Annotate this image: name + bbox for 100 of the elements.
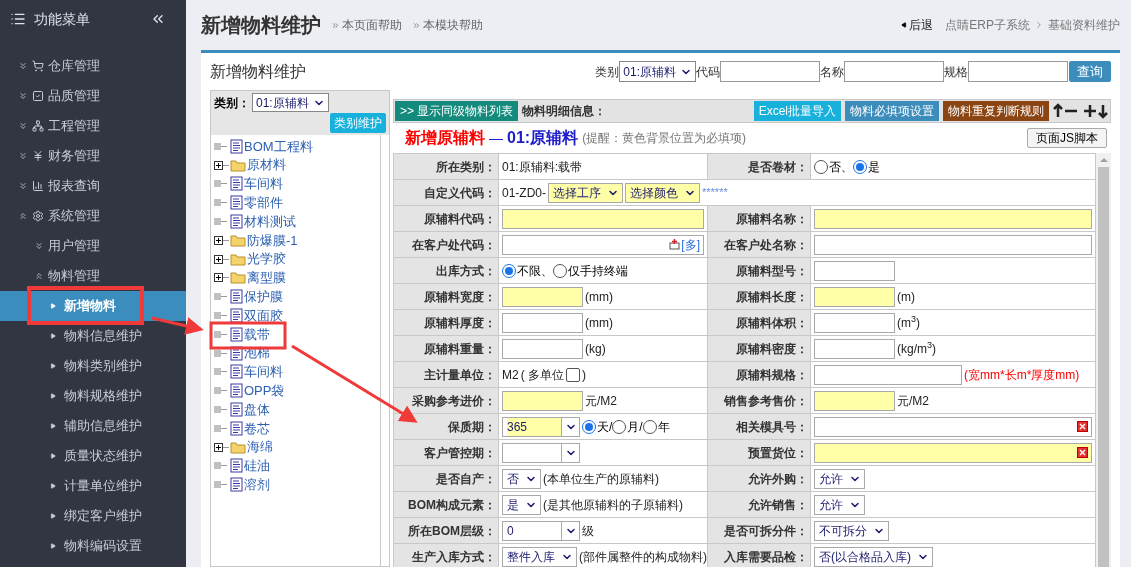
select-field[interactable]: 整件入库: [502, 546, 577, 567]
add-down-icon[interactable]: [1083, 103, 1109, 119]
category-select[interactable]: 01:原辅料: [619, 61, 696, 82]
input-field[interactable]: [814, 286, 895, 307]
input-field[interactable]: [814, 208, 1092, 229]
add-icon[interactable]: [669, 239, 681, 250]
menu-item[interactable]: 质量状态维护: [0, 441, 186, 471]
menu-item[interactable]: 物料规格维护: [0, 381, 186, 411]
tree-label[interactable]: 车间料: [244, 174, 283, 194]
tree-label[interactable]: 保护膜: [244, 287, 283, 307]
tree-label[interactable]: 溶剂: [244, 475, 270, 495]
select-field[interactable]: 否(以合格品入库): [814, 546, 933, 567]
select-field[interactable]: 允许: [814, 494, 865, 515]
radio-option[interactable]: 否、: [814, 157, 853, 176]
help-link[interactable]: 本模块帮助: [423, 16, 483, 34]
tree-label[interactable]: 光学胶: [247, 249, 286, 269]
input-field[interactable]: [502, 208, 704, 229]
checkbox[interactable]: [566, 367, 580, 382]
input-field[interactable]: [502, 338, 583, 359]
combo-field[interactable]: 365: [502, 416, 580, 437]
move-up-icon[interactable]: [1053, 103, 1079, 119]
show-list-button[interactable]: >> 显示同级物料列表: [395, 101, 519, 121]
search-field[interactable]: [968, 61, 1068, 82]
help-link[interactable]: 本页面帮助: [342, 16, 402, 34]
menu-item[interactable]: 物料信息维护: [0, 321, 186, 351]
radio-option[interactable]: 仅手持终端: [553, 261, 628, 280]
combo-field[interactable]: [502, 442, 580, 463]
scrollbar[interactable]: [1096, 153, 1111, 567]
select-field[interactable]: 不可拆分: [814, 520, 889, 541]
tree-label[interactable]: 原材料: [247, 155, 286, 175]
input-field[interactable]: [814, 416, 1092, 437]
tree-label[interactable]: 材料测试: [244, 211, 296, 232]
menu-item[interactable]: 用户管理: [0, 231, 186, 261]
input-field[interactable]: [814, 390, 895, 411]
tree-label[interactable]: 海绵: [247, 437, 273, 457]
select-field[interactable]: 选择颜色: [625, 182, 700, 203]
menu-item[interactable]: 工程管理: [0, 111, 186, 141]
field-label: 原辅料规格：: [707, 361, 811, 388]
expand-toggle-icon[interactable]: [214, 160, 223, 170]
radio-option[interactable]: 不限、: [502, 261, 553, 280]
js-script-button[interactable]: 页面JS脚本: [1027, 128, 1107, 148]
menu-item[interactable]: 辅助信息维护: [0, 411, 186, 441]
menu-item[interactable]: 品质管理: [0, 81, 186, 111]
tree-label[interactable]: 双面胶: [244, 305, 283, 326]
expand-toggle-icon[interactable]: [214, 273, 223, 283]
tree-label[interactable]: 硅油: [244, 456, 270, 476]
tree-label[interactable]: 车间料: [244, 362, 283, 382]
input-field[interactable]: [502, 312, 583, 333]
menu-item[interactable]: 财务管理: [0, 141, 186, 171]
tree-label[interactable]: OPP袋: [244, 381, 285, 401]
category-select[interactable]: 01:原辅料: [252, 93, 329, 112]
menu-item[interactable]: 报表查询: [0, 171, 186, 201]
toolbar-button[interactable]: 物料必填项设置: [845, 101, 939, 121]
breadcrumb-link[interactable]: 点睛ERP子系统: [945, 16, 1030, 34]
clear-icon[interactable]: [1077, 421, 1088, 432]
select-field[interactable]: 允许: [814, 468, 865, 489]
menu-item[interactable]: 计量单位维护: [0, 471, 186, 501]
menu-item[interactable]: 新增物料: [0, 291, 186, 321]
input-field[interactable]: [814, 364, 962, 385]
search-field[interactable]: [844, 61, 944, 82]
menu-item[interactable]: 系统管理: [0, 201, 186, 231]
tree-label[interactable]: 载带: [244, 324, 270, 345]
menu-item[interactable]: 物料管理: [0, 261, 186, 291]
select-field[interactable]: 是: [502, 494, 541, 515]
radio-option[interactable]: 天/: [582, 417, 613, 436]
tree-label[interactable]: 防爆膜-1: [247, 230, 298, 251]
menu-item[interactable]: 物料类别维护: [0, 351, 186, 381]
input-field[interactable]: [502, 286, 583, 307]
select-field[interactable]: 选择工序: [548, 182, 623, 203]
input-field[interactable]: [多]: [502, 234, 704, 255]
tree-label[interactable]: 盘体: [244, 399, 270, 420]
tree-label[interactable]: 离型膜: [247, 268, 286, 288]
search-field[interactable]: [720, 61, 820, 82]
input-field[interactable]: [502, 390, 583, 411]
radio-option[interactable]: 月/: [612, 417, 643, 436]
expand-toggle-icon[interactable]: [214, 254, 223, 264]
toolbar-button[interactable]: 物料重复判断规则: [943, 101, 1049, 121]
multi-link[interactable]: [多]: [681, 235, 700, 254]
field-label: 相关模具号：: [707, 413, 811, 440]
breadcrumb-link[interactable]: 基础资料维护: [1048, 16, 1120, 34]
radio-option[interactable]: 是: [853, 157, 880, 176]
expand-toggle-icon[interactable]: [214, 235, 223, 245]
query-button[interactable]: 查询: [1069, 61, 1111, 82]
input-field[interactable]: [814, 312, 895, 333]
select-field[interactable]: 否: [502, 468, 541, 489]
expand-toggle-icon[interactable]: [214, 442, 223, 452]
input-field[interactable]: [814, 442, 1092, 463]
tree-label[interactable]: BOM工程料: [244, 136, 313, 157]
menu-item[interactable]: 绑定客户维护: [0, 501, 186, 531]
input-field[interactable]: [814, 260, 895, 281]
input-field[interactable]: [814, 234, 1092, 255]
tree-label[interactable]: 卷芯: [244, 418, 270, 439]
clear-icon[interactable]: [1077, 447, 1088, 458]
radio-option[interactable]: 年: [642, 417, 670, 436]
tree-label[interactable]: 零部件: [244, 193, 283, 213]
input-field[interactable]: [814, 338, 895, 359]
combo-field[interactable]: 0: [502, 520, 580, 541]
back-link[interactable]: 后退: [909, 16, 934, 34]
menu-item[interactable]: 仓库管理: [0, 51, 186, 81]
menu-item[interactable]: 物料编码设置: [0, 531, 186, 561]
